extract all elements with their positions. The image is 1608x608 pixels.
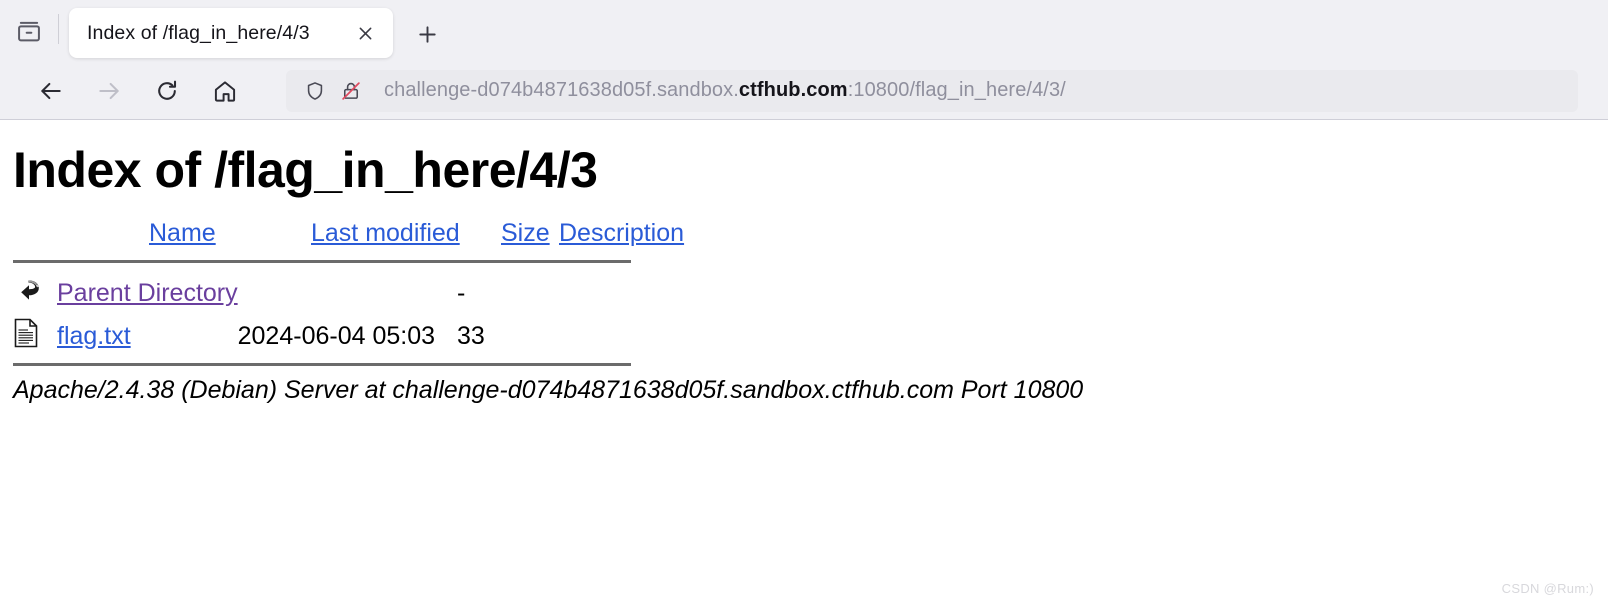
page-content: Index of /flag_in_here/4/3 Name Last mod… (0, 120, 1608, 608)
entry-date-cell (238, 273, 435, 314)
table-top-rule (13, 259, 631, 263)
index-table: Name Last modified Size Description (13, 219, 684, 256)
arrow-left-icon[interactable] (28, 68, 74, 114)
browser-chrome: Index of /flag_in_here/4/3 challenge-d07… (0, 0, 1608, 120)
home-icon[interactable] (202, 68, 248, 114)
column-name: Name (57, 219, 309, 256)
server-signature: Apache/2.4.38 (Debian) Server at challen… (13, 375, 1084, 404)
sort-by-date-link[interactable]: Last modified (311, 219, 460, 247)
url-prefix: challenge-d074b4871638d05f.sandbox. (384, 79, 739, 101)
parent-directory-link[interactable]: Parent Directory (57, 279, 238, 307)
tab-title: Index of /flag_in_here/4/3 (87, 21, 310, 44)
sort-by-size-link[interactable]: Size (501, 219, 550, 247)
sort-by-description-link[interactable]: Description (559, 219, 684, 247)
shield-icon[interactable] (300, 76, 330, 106)
entry-date-cell: 2024-06-04 05:03 (237, 321, 436, 350)
file-link-flag-txt[interactable]: flag.txt (57, 322, 131, 350)
browser-tab[interactable]: Index of /flag_in_here/4/3 (69, 8, 393, 58)
entry-name-cell: flag.txt (57, 314, 238, 359)
url-text: challenge-d074b4871638d05f.sandbox.ctfhu… (384, 79, 1066, 102)
page-title: Index of /flag_in_here/4/3 (13, 142, 598, 198)
table-header-row: Name Last modified Size Description (13, 219, 684, 256)
watermark: CSDN @Rum:) (1501, 581, 1594, 596)
index-rows-table: Parent Directory - flag.txt 2024-06-04 0… (13, 273, 485, 359)
entry-name-cell: Parent Directory (57, 273, 238, 314)
arrow-right-icon (86, 68, 132, 114)
reload-icon[interactable] (144, 68, 190, 114)
table-bottom-rule (13, 362, 631, 366)
column-description: Description (559, 219, 684, 256)
table-row: Parent Directory - (13, 273, 485, 314)
url-host: ctfhub.com (738, 79, 848, 101)
url-suffix: :10800/flag_in_here/4/3/ (847, 79, 1066, 101)
column-size: Size (501, 219, 559, 256)
text-file-icon (13, 314, 57, 359)
new-tab-button[interactable] (405, 12, 449, 56)
tab-archive-icon[interactable] (0, 0, 58, 62)
entry-size-cell: 33 (457, 321, 485, 350)
tab-strip: Index of /flag_in_here/4/3 (0, 0, 1608, 62)
column-icon (13, 219, 57, 256)
url-bar[interactable]: challenge-d074b4871638d05f.sandbox.ctfhu… (286, 69, 1578, 112)
sort-by-name-link[interactable]: Name (149, 219, 216, 247)
lock-broken-icon[interactable] (336, 76, 366, 106)
close-icon[interactable] (349, 17, 381, 49)
table-row: flag.txt 2024-06-04 05:03 33 (13, 314, 485, 359)
entry-size-cell: - (457, 278, 466, 307)
column-last-modified: Last modified (309, 219, 501, 256)
parent-directory-icon (13, 273, 57, 314)
navigation-toolbar: challenge-d074b4871638d05f.sandbox.ctfhu… (0, 62, 1608, 120)
directory-listing: Name Last modified Size Description Pare… (0, 219, 1608, 366)
chrome-divider (58, 14, 59, 44)
